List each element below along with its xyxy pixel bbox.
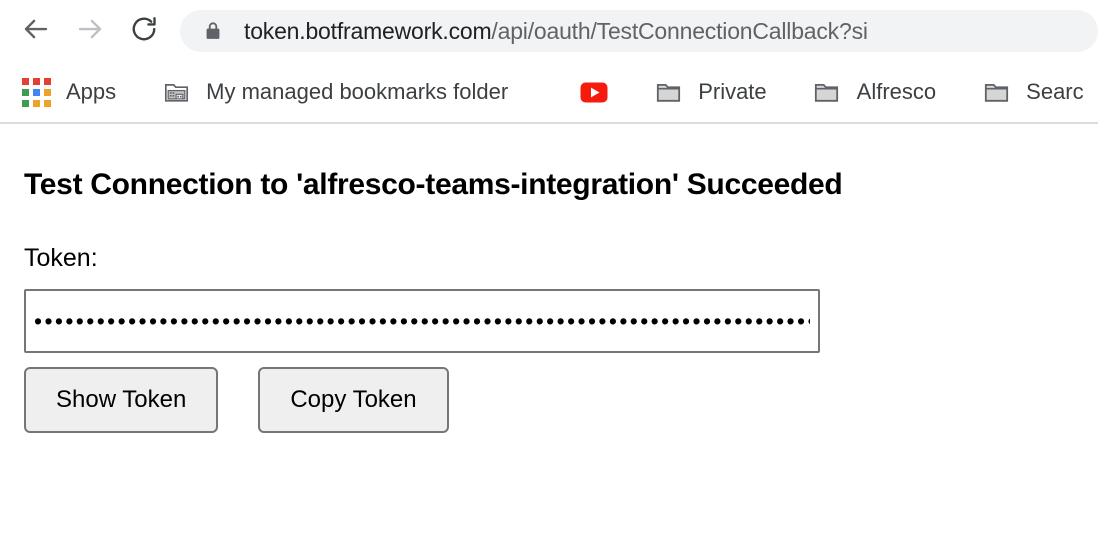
arrow-right-icon [75,14,105,49]
folder-icon [654,78,682,106]
browser-toolbar: token.botframework.com/api/oauth/TestCon… [0,0,1098,62]
browser-chrome: token.botframework.com/api/oauth/TestCon… [0,0,1098,124]
apps-grid-icon [21,77,51,107]
button-row: Show Token Copy Token [0,353,1098,433]
bookmark-apps[interactable]: Apps [12,72,126,112]
bookmark-label: Private [698,79,767,104]
folder-icon [982,78,1010,106]
lock-icon [202,20,224,42]
url-host: token.botframework.com [244,17,492,44]
arrow-left-icon [21,14,51,49]
address-bar[interactable]: token.botframework.com/api/oauth/TestCon… [180,10,1098,52]
token-masked-value: ••••••••••••••••••••••••••••••••••••••••… [34,309,810,333]
page-content: Test Connection to 'alfresco-teams-integ… [0,124,1098,548]
bookmark-alfresco[interactable]: Alfresco [803,72,946,112]
page-title: Test Connection to 'alfresco-teams-integ… [24,168,843,201]
managed-folder-icon [162,78,190,106]
reload-icon [129,14,159,49]
reload-button[interactable] [122,9,166,53]
back-button[interactable] [14,9,58,53]
forward-button[interactable] [68,9,112,53]
bookmark-label: Alfresco [856,79,937,104]
url-text: token.botframework.com/api/oauth/TestCon… [244,18,868,45]
folder-icon [813,78,841,106]
bookmark-label: Searc [1026,79,1084,104]
bookmark-my-managed-bookmarks-folder[interactable]: My managed bookmarks folder [152,72,518,112]
show-token-button[interactable]: Show Token [24,367,219,433]
bookmark-private[interactable]: Private [644,72,776,112]
bookmark-youtube[interactable] [570,72,618,112]
url-path: /api/oauth/TestConnectionCallback?si [491,17,868,44]
copy-token-button[interactable]: Copy Token [258,367,449,433]
token-field-wrap: ••••••••••••••••••••••••••••••••••••••••… [0,273,1098,353]
bookmarks-bar: Apps My managed bookmarks folder Private… [0,62,1098,124]
bookmark-label: Apps [66,79,117,104]
bookmark-label: My managed bookmarks folder [206,79,509,104]
token-input[interactable]: ••••••••••••••••••••••••••••••••••••••••… [24,289,820,353]
token-label: Token: [24,244,98,272]
bookmark-search[interactable]: Searc [972,72,1093,112]
youtube-icon [580,78,608,106]
